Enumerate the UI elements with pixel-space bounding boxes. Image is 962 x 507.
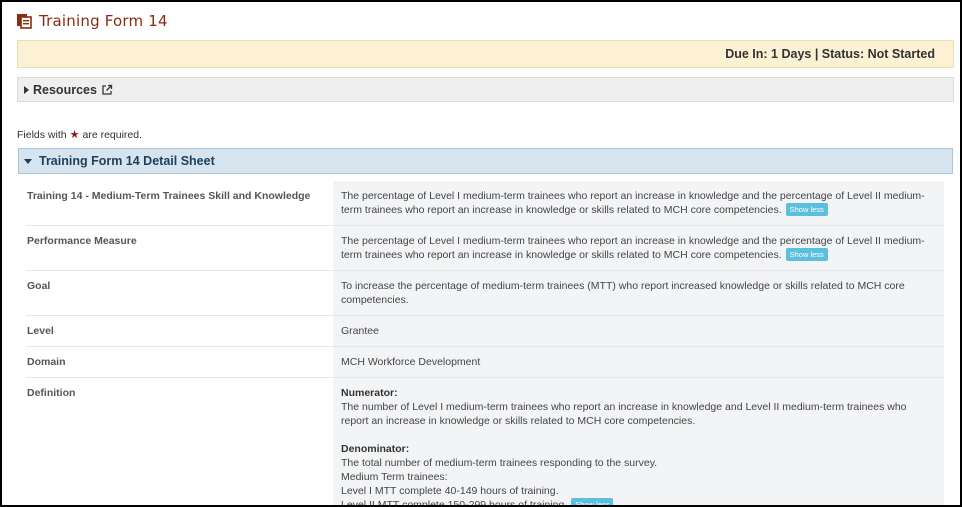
resources-toggle[interactable]: Resources <box>17 77 954 102</box>
definition-value: Numerator: The number of Level I medium-… <box>333 378 944 507</box>
denominator-heading: Denominator: <box>341 443 410 455</box>
due-status-text: Due In: 1 Days | Status: Not Started <box>725 47 935 61</box>
form-window: Training Form 14 Due In: 1 Days | Status… <box>0 0 962 507</box>
page-title: Training Form 14 <box>39 12 168 30</box>
mtt-level-2: Level II MTT complete 150-299 hours of t… <box>341 499 568 507</box>
detail-row-goal: Goal To increase the percentage of mediu… <box>26 271 944 316</box>
row-label: Definition <box>27 387 76 399</box>
mtt-level-1: Level I MTT complete 40-149 hours of tra… <box>341 485 559 497</box>
row-label: Domain <box>27 356 66 368</box>
row-label: Level <box>27 325 54 337</box>
training-description: The percentage of Level I medium-term tr… <box>341 190 925 216</box>
level-text: Grantee <box>333 316 944 346</box>
caret-down-icon <box>24 158 32 164</box>
row-value: The percentage of Level I medium-term tr… <box>333 226 944 270</box>
show-less-button[interactable]: Show less <box>571 498 614 505</box>
resources-label: Resources <box>33 82 97 97</box>
mtt-level-2-line: Level II MTT complete 150-299 hours of t… <box>341 498 936 507</box>
numerator-heading: Numerator: <box>341 387 398 399</box>
domain-text: MCH Workforce Development <box>333 347 944 377</box>
required-note-suffix: are required. <box>82 128 143 141</box>
page-title-row: Training Form 14 <box>16 12 168 30</box>
detail-sheet-toggle[interactable]: Training Form 14 Detail Sheet <box>18 148 953 174</box>
detail-row-domain: Domain MCH Workforce Development <box>26 347 944 378</box>
numerator-text: The number of Level I medium-term traine… <box>341 401 907 427</box>
denominator-text: The total number of medium-term trainees… <box>341 457 658 469</box>
performance-measure-text: The percentage of Level I medium-term tr… <box>341 235 925 261</box>
detail-row-training: Training 14 - Medium-Term Trainees Skill… <box>26 181 944 226</box>
caret-right-icon <box>24 85 29 94</box>
row-label: Training 14 - Medium-Term Trainees Skill… <box>27 190 311 202</box>
detail-row-definition: Definition Numerator: The number of Leve… <box>26 378 944 507</box>
row-label: Performance Measure <box>27 235 137 247</box>
row-value: The percentage of Level I medium-term tr… <box>333 181 944 225</box>
detail-table: Training 14 - Medium-Term Trainees Skill… <box>26 181 944 507</box>
detail-row-level: Level Grantee <box>26 316 944 347</box>
form-copy-icon <box>17 14 32 29</box>
goal-text: To increase the percentage of medium-ter… <box>333 271 944 315</box>
external-link-icon[interactable] <box>101 84 113 96</box>
star-icon: ★ <box>69 129 80 141</box>
mtt-heading: Medium Term trainees: <box>341 471 448 483</box>
show-less-button[interactable]: Show less <box>785 248 828 261</box>
required-note-prefix: Fields with <box>17 128 67 141</box>
show-less-button[interactable]: Show less <box>785 203 828 216</box>
row-label: Goal <box>27 280 51 292</box>
due-status-bar: Due In: 1 Days | Status: Not Started <box>17 40 954 68</box>
detail-row-performance-measure: Performance Measure The percentage of Le… <box>26 226 944 271</box>
required-fields-note: Fields with ★ are required. <box>17 128 143 142</box>
detail-sheet-title: Training Form 14 Detail Sheet <box>39 154 215 168</box>
